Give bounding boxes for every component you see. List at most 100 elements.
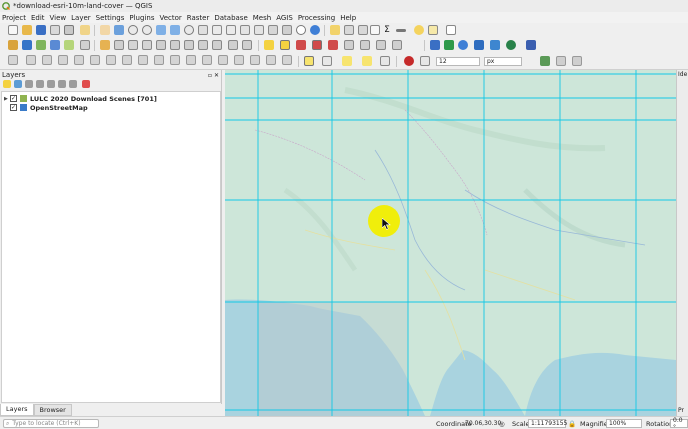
- tool-disabled-2-icon[interactable]: [572, 56, 582, 66]
- layer-visibility-checkbox[interactable]: ✓: [10, 95, 17, 102]
- history-icon[interactable]: [474, 40, 484, 50]
- menu-layer[interactable]: Layer: [71, 14, 91, 22]
- style-dock-icon[interactable]: [404, 56, 414, 66]
- plugin-icon[interactable]: [506, 40, 516, 50]
- open-project-icon[interactable]: [22, 25, 32, 35]
- menu-database[interactable]: Database: [214, 14, 247, 22]
- annotation-icon[interactable]: [428, 25, 438, 35]
- menu-edit[interactable]: Edit: [31, 14, 45, 22]
- bookmark-icon[interactable]: [268, 25, 278, 35]
- show-hide-labels-icon[interactable]: [344, 40, 354, 50]
- undo-icon[interactable]: [228, 40, 238, 50]
- save-project-icon[interactable]: [36, 25, 46, 35]
- fill-ring-icon[interactable]: [154, 55, 164, 65]
- georeferencer-icon[interactable]: [540, 56, 550, 66]
- cut-features-icon[interactable]: [184, 40, 194, 50]
- new-3d-map-view-icon[interactable]: [254, 25, 264, 35]
- delete-selected-icon[interactable]: [170, 40, 180, 50]
- open-layer-styling-icon[interactable]: [3, 80, 11, 88]
- font-size-input[interactable]: 12: [436, 57, 480, 66]
- new-temporary-layer-icon[interactable]: [80, 40, 90, 50]
- add-raster-layer-icon[interactable]: [36, 40, 46, 50]
- results-viewer-icon[interactable]: [490, 40, 500, 50]
- new-project-icon[interactable]: [8, 25, 18, 35]
- trim-extend-icon[interactable]: [250, 55, 260, 65]
- labeling-options-icon[interactable]: [280, 40, 290, 50]
- vertex-tool-icon[interactable]: [156, 40, 166, 50]
- sum-icon[interactable]: Σ: [382, 25, 392, 35]
- measure-line-icon[interactable]: [396, 29, 406, 32]
- rotate-feature-icon[interactable]: [90, 55, 100, 65]
- highlight-pinned-labels-icon[interactable]: [312, 40, 322, 50]
- layout-manager-icon[interactable]: [64, 25, 74, 35]
- new-geopackage-icon[interactable]: [64, 40, 74, 50]
- layer-row-lulc[interactable]: ▶ ✓ LULC 2020 Download Scenes [701]: [4, 94, 157, 103]
- pin-labels-icon[interactable]: [328, 40, 338, 50]
- zoom-selection-icon[interactable]: [170, 25, 180, 35]
- close-panel-icon[interactable]: ✕: [214, 72, 219, 79]
- delete-part-icon[interactable]: [186, 55, 196, 65]
- layer-row-osm[interactable]: ✓ OpenStreetMap: [4, 103, 88, 112]
- field-calculator-icon[interactable]: [370, 25, 380, 35]
- move-feature-icon[interactable]: [74, 55, 84, 65]
- identify-features-icon[interactable]: [330, 25, 340, 35]
- diagram-options-icon[interactable]: [296, 40, 306, 50]
- add-ring-icon[interactable]: [122, 55, 132, 65]
- tab-layers[interactable]: Layers: [0, 404, 34, 416]
- zoom-native-icon[interactable]: [198, 25, 208, 35]
- temporal-controller-icon[interactable]: [296, 25, 306, 35]
- menu-help[interactable]: Help: [340, 14, 356, 22]
- identify-results-dock[interactable]: Ide Pr: [676, 70, 688, 416]
- deselect-all-icon[interactable]: [362, 56, 372, 66]
- magnifier-input[interactable]: 100%: [606, 419, 642, 428]
- add-feature-icon[interactable]: [142, 40, 152, 50]
- coordinate-value[interactable]: 70.06,30.30: [463, 419, 501, 428]
- zoom-layer-icon[interactable]: [184, 25, 194, 35]
- map-tips-icon[interactable]: [414, 25, 424, 35]
- refresh-icon[interactable]: [310, 25, 320, 35]
- zoom-full-icon[interactable]: [156, 25, 166, 35]
- manage-map-themes-icon[interactable]: [25, 80, 33, 88]
- text-annotation-icon[interactable]: [446, 25, 456, 35]
- python-console-icon[interactable]: [430, 40, 440, 50]
- reverse-line-icon[interactable]: [234, 55, 244, 65]
- filter-expression-icon[interactable]: [47, 80, 55, 88]
- add-group-icon[interactable]: [14, 80, 22, 88]
- offset-curve-icon[interactable]: [218, 55, 228, 65]
- layer-visibility-checkbox[interactable]: ✓: [10, 104, 17, 111]
- rotation-input[interactable]: 0.0 °: [670, 417, 688, 429]
- simplify-feature-icon[interactable]: [106, 55, 116, 65]
- digitize-icon[interactable]: [100, 40, 110, 50]
- toggle-editing-icon[interactable]: [114, 40, 124, 50]
- move-label-icon[interactable]: [360, 40, 370, 50]
- stream-digitizing-icon[interactable]: [42, 55, 52, 65]
- digitize-with-curve-icon[interactable]: [26, 55, 36, 65]
- map-canvas[interactable]: [225, 70, 676, 416]
- add-spatialite-icon[interactable]: [50, 40, 60, 50]
- zoom-out-icon[interactable]: [142, 25, 152, 35]
- copy-features-icon[interactable]: [198, 40, 208, 50]
- pan-to-selection-icon[interactable]: [114, 25, 124, 35]
- scale-select[interactable]: 1:11793155: [528, 419, 567, 428]
- tool-disabled-icon[interactable]: [556, 56, 566, 66]
- processing-toolbox-icon[interactable]: [444, 40, 454, 50]
- menu-raster[interactable]: Raster: [187, 14, 210, 22]
- add-part-icon[interactable]: [138, 55, 148, 65]
- graphical-modeler-icon[interactable]: [458, 40, 468, 50]
- delete-ring-icon[interactable]: [170, 55, 180, 65]
- zoom-in-icon[interactable]: [128, 25, 138, 35]
- font-unit-select[interactable]: px: [484, 57, 522, 66]
- collapse-all-icon[interactable]: [69, 80, 77, 88]
- menu-view[interactable]: View: [50, 14, 67, 22]
- statistical-summary-icon[interactable]: [358, 25, 368, 35]
- new-print-layout-icon[interactable]: [50, 25, 60, 35]
- save-edits-icon[interactable]: [128, 40, 138, 50]
- menu-agis[interactable]: AGIS: [276, 14, 293, 22]
- select-by-value-icon[interactable]: [322, 56, 332, 66]
- menu-vector[interactable]: Vector: [159, 14, 181, 22]
- zoom-next-icon[interactable]: [226, 25, 236, 35]
- rotate-label-icon[interactable]: [376, 40, 386, 50]
- float-panel-icon[interactable]: ▫: [208, 72, 212, 79]
- remove-layer-icon[interactable]: [82, 80, 90, 88]
- style-manager-icon[interactable]: [80, 25, 90, 35]
